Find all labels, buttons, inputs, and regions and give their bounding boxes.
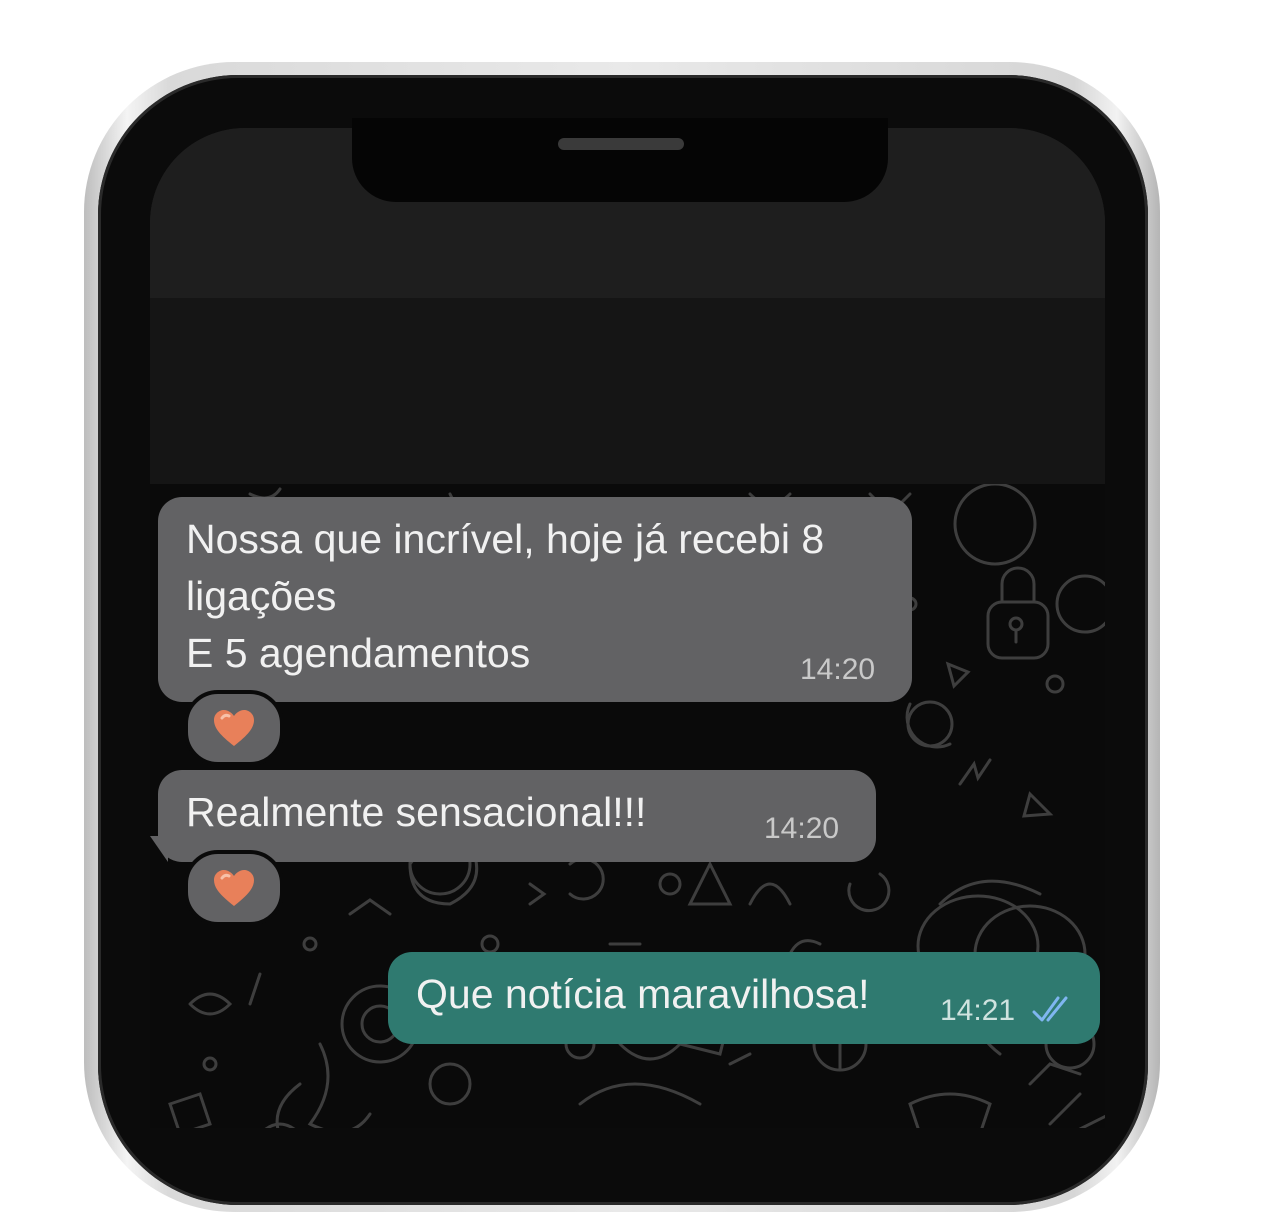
heart-icon bbox=[214, 710, 254, 746]
message-text: Que notícia maravilhosa! bbox=[416, 971, 870, 1017]
message-text: Nossa que incrível, hoje já recebi 8 lig… bbox=[186, 516, 825, 676]
phone-speaker bbox=[558, 138, 684, 150]
message-text: Realmente sensacional!!! bbox=[186, 789, 647, 835]
heart-icon bbox=[214, 870, 254, 906]
message-time: 14:20 bbox=[800, 653, 876, 686]
message-time: 14:21 bbox=[940, 994, 1016, 1027]
message-reaction[interactable] bbox=[184, 850, 284, 926]
message-time: 14:20 bbox=[764, 812, 840, 845]
chat-header bbox=[150, 298, 1105, 484]
phone-notch bbox=[352, 118, 888, 202]
read-receipt-icon bbox=[1032, 996, 1068, 1022]
incoming-message[interactable]: Nossa que incrível, hoje já recebi 8 lig… bbox=[158, 497, 912, 702]
outgoing-message[interactable]: Que notícia maravilhosa! 14:21 bbox=[388, 952, 1100, 1044]
message-reaction[interactable] bbox=[184, 690, 284, 766]
bubble-tail bbox=[150, 836, 168, 862]
incoming-message[interactable]: Realmente sensacional!!! 14:20 bbox=[158, 770, 876, 862]
